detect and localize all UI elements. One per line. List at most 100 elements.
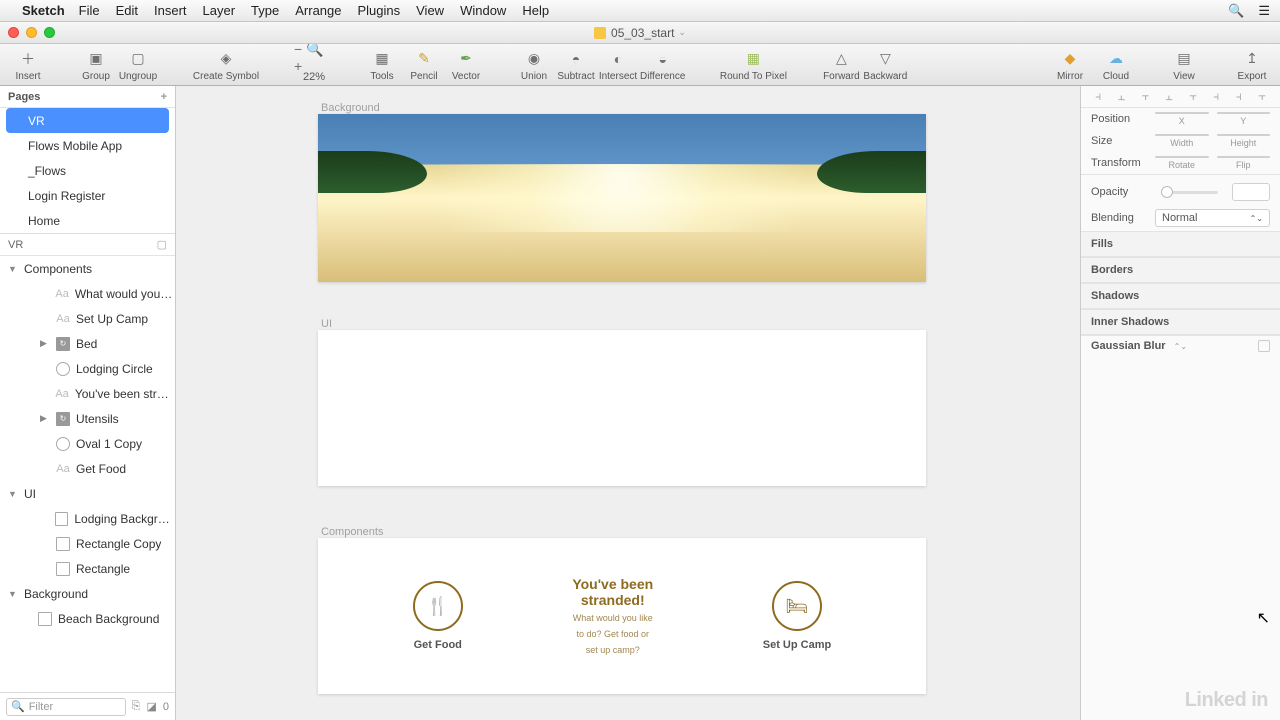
artboard-label-components[interactable]: Components (321, 526, 383, 538)
layer-item[interactable]: ▼Background (0, 581, 175, 606)
fills-section[interactable]: Fills (1081, 231, 1280, 257)
page-item-vr[interactable]: VR (6, 108, 169, 133)
y-input[interactable] (1217, 112, 1271, 114)
artboard-background[interactable] (318, 114, 926, 282)
subtract-button[interactable]: ◓Subtract (556, 45, 596, 85)
pencil-button[interactable]: ✎Pencil (404, 45, 444, 85)
cloud-button[interactable]: ☁Cloud (1096, 45, 1136, 85)
layer-item[interactable]: Beach Background (0, 606, 175, 631)
height-input[interactable] (1217, 134, 1271, 136)
menu-edit[interactable]: Edit (116, 3, 138, 18)
set-up-camp-component[interactable]: 🛏 Set Up Camp (763, 581, 831, 651)
menu-arrange[interactable]: Arrange (295, 3, 341, 18)
vector-icon: ✒ (455, 48, 477, 70)
zoom-control[interactable]: − 🔍 +22% (294, 45, 334, 85)
artboard-label-ui[interactable]: UI (321, 318, 332, 330)
artboard-ui[interactable] (318, 330, 926, 486)
artboard-components[interactable]: 🍴 Get Food You've been stranded! What wo… (318, 538, 926, 694)
distribute-h-icon[interactable]: ⫞ (1236, 89, 1242, 104)
layer-item[interactable]: AaYou've been stran… (0, 381, 175, 406)
menubar: Sketch File Edit Insert Layer Type Arran… (0, 0, 1280, 22)
zoom-icon: − 🔍 + (294, 46, 334, 68)
menu-window[interactable]: Window (460, 3, 506, 18)
filter-input[interactable]: 🔍 Filter (6, 698, 126, 716)
chevron-icon[interactable]: ⌃⌄ (1174, 342, 1187, 351)
tools-button[interactable]: ▦Tools (362, 45, 402, 85)
list-icon[interactable]: ☰ (1258, 3, 1270, 19)
pencil-icon: ✎ (413, 48, 435, 70)
duplicate-icon[interactable]: ⎘ (132, 700, 141, 713)
layer-item[interactable]: Rectangle Copy (0, 531, 175, 556)
layer-item[interactable]: ▶↻Utensils (0, 406, 175, 431)
menu-file[interactable]: File (79, 3, 100, 18)
layer-item[interactable]: ▼UI (0, 481, 175, 506)
artboard-label-background[interactable]: Background (321, 102, 380, 114)
borders-section[interactable]: Borders (1081, 257, 1280, 283)
insert-button[interactable]: ＋Insert (8, 45, 48, 85)
tag-icon[interactable]: ◪ (146, 700, 156, 713)
inner-shadows-section[interactable]: Inner Shadows (1081, 309, 1280, 335)
menu-type[interactable]: Type (251, 3, 279, 18)
menu-plugins[interactable]: Plugins (357, 3, 400, 18)
vector-button[interactable]: ✒Vector (446, 45, 486, 85)
page-item-flows-mobile[interactable]: Flows Mobile App (6, 133, 169, 158)
backward-button[interactable]: ▽Backward (863, 45, 907, 85)
layer-item[interactable]: AaGet Food (0, 456, 175, 481)
document-icon (594, 27, 606, 39)
align-center-icon[interactable]: ⫠ (1118, 89, 1125, 104)
mirror-button[interactable]: ◆Mirror (1050, 45, 1090, 85)
pages-header: Pages + (0, 86, 175, 108)
x-input[interactable] (1155, 112, 1209, 114)
forward-button[interactable]: △Forward (821, 45, 861, 85)
minimize-button[interactable] (26, 27, 37, 38)
layer-item[interactable]: Oval 1 Copy (0, 431, 175, 456)
rotate-input[interactable] (1155, 156, 1209, 158)
page-item-home[interactable]: Home (6, 208, 169, 233)
align-left-icon[interactable]: ⫞ (1095, 89, 1101, 104)
get-food-component[interactable]: 🍴 Get Food (413, 581, 463, 651)
canvas[interactable]: Background UI Components 🍴 Get Food You'… (176, 86, 1080, 720)
search-icon[interactable]: 🔍 (1228, 3, 1244, 19)
menu-layer[interactable]: Layer (203, 3, 236, 18)
layer-item[interactable]: AaSet Up Camp (0, 306, 175, 331)
menu-help[interactable]: Help (522, 3, 549, 18)
opacity-input[interactable] (1232, 183, 1270, 201)
blending-select[interactable]: Normal⌃⌄ (1155, 209, 1270, 227)
create-symbol-button[interactable]: ◈Create Symbol (186, 45, 266, 85)
app-name[interactable]: Sketch (22, 3, 65, 18)
layer-item[interactable]: Lodging Backgrou… (0, 506, 175, 531)
intersect-button[interactable]: ◐Intersect (598, 45, 638, 85)
align-bottom-icon[interactable]: ⫞ (1213, 89, 1219, 104)
page-item-login[interactable]: Login Register (6, 183, 169, 208)
layer-item[interactable]: Lodging Circle (0, 356, 175, 381)
view-button[interactable]: ▤View (1164, 45, 1204, 85)
maximize-button[interactable] (44, 27, 55, 38)
artboard-icon[interactable]: ▢ (157, 238, 167, 251)
layer-item[interactable]: ▶↻Bed (0, 331, 175, 356)
align-right-icon[interactable]: ⫟ (1142, 89, 1149, 104)
align-middle-icon[interactable]: ⫟ (1189, 89, 1196, 104)
union-button[interactable]: ◉Union (514, 45, 554, 85)
export-button[interactable]: ↥Export (1232, 45, 1272, 85)
layer-item[interactable]: ▼Components (0, 256, 175, 281)
menu-view[interactable]: View (416, 3, 444, 18)
chevron-down-icon[interactable]: ⌄ (678, 27, 686, 38)
layer-item[interactable]: Rectangle (0, 556, 175, 581)
difference-button[interactable]: ◒Difference (640, 45, 685, 85)
round-to-pixel-button[interactable]: ▦Round To Pixel (713, 45, 793, 85)
align-top-icon[interactable]: ⫠ (1166, 89, 1173, 104)
width-input[interactable] (1155, 134, 1209, 136)
menu-insert[interactable]: Insert (154, 3, 187, 18)
layer-item[interactable]: AaWhat would you like (0, 281, 175, 306)
plus-icon: ＋ (17, 48, 39, 70)
page-item-flows[interactable]: _Flows (6, 158, 169, 183)
opacity-slider[interactable] (1161, 191, 1218, 194)
blur-checkbox[interactable] (1258, 340, 1270, 352)
close-button[interactable] (8, 27, 19, 38)
ungroup-button[interactable]: ▢Ungroup (118, 45, 158, 85)
shadows-section[interactable]: Shadows (1081, 283, 1280, 309)
flip-input[interactable] (1217, 156, 1271, 158)
add-page-button[interactable]: + (161, 91, 167, 103)
distribute-v-icon[interactable]: ⫟ (1258, 89, 1265, 104)
group-button[interactable]: ▣Group (76, 45, 116, 85)
